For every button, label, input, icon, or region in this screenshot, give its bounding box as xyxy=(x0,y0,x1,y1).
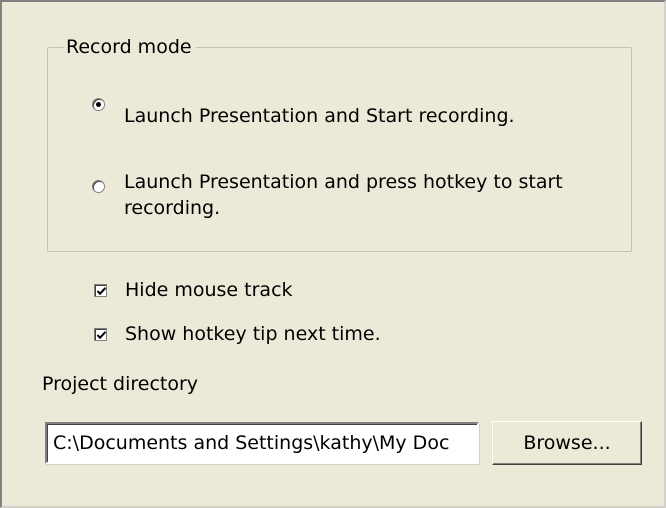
project-directory-input[interactable] xyxy=(45,422,479,464)
radio-launch-and-hotkey-label-line1[interactable]: Launch Presentation and press hotkey to … xyxy=(124,170,563,195)
project-directory-label: Project directory xyxy=(42,373,199,395)
radio-launch-and-record[interactable] xyxy=(92,98,105,111)
show-hotkey-tip-checkbox[interactable] xyxy=(94,328,107,341)
radio-launch-and-hotkey[interactable] xyxy=(92,180,105,193)
radio-launch-and-record-label[interactable]: Launch Presentation and Start recording. xyxy=(124,104,515,129)
hide-mouse-track-checkbox[interactable] xyxy=(94,284,107,297)
recording-settings-panel: Record mode Launch Presentation and Star… xyxy=(0,0,666,508)
radio-launch-and-hotkey-label-line2[interactable]: recording. xyxy=(124,196,220,221)
checkmark-icon xyxy=(96,287,107,296)
hide-mouse-track-label[interactable]: Hide mouse track xyxy=(125,278,293,303)
browse-button[interactable]: Browse... xyxy=(492,421,642,465)
checkmark-icon xyxy=(96,331,107,340)
show-hotkey-tip-label[interactable]: Show hotkey tip next time. xyxy=(125,322,381,347)
record-mode-legend: Record mode xyxy=(64,36,196,58)
record-mode-groupbox xyxy=(47,47,632,252)
